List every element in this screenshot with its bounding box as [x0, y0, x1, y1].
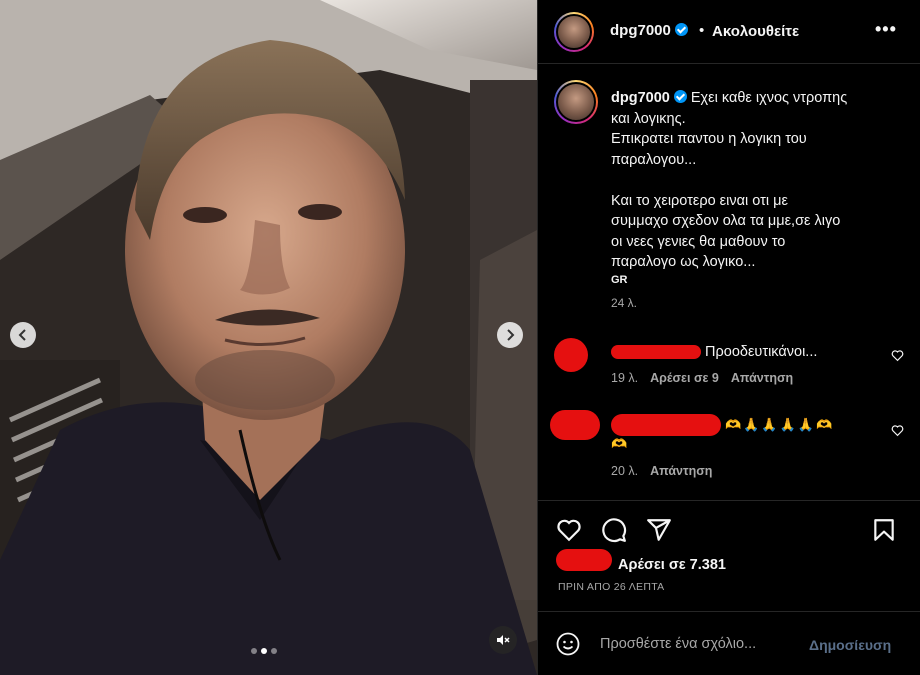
share-icon[interactable] [646, 517, 672, 543]
verified-badge-icon [674, 23, 688, 36]
caption-line: Και το χειροτερο ειναι οτι με [611, 192, 788, 209]
like-comment-heart-icon[interactable] [891, 349, 904, 362]
emoji-picker-icon[interactable] [556, 632, 580, 656]
carousel-dot-active [261, 648, 267, 654]
caption-line: παραλογο ως λογικο... [611, 254, 756, 270]
commenter-avatar-redacted[interactable] [550, 410, 600, 440]
caption-line: και λογικης. [611, 110, 686, 127]
comment-timestamp[interactable]: 19 λ. [611, 371, 638, 385]
carousel-indicator [251, 648, 277, 654]
next-slide-button[interactable] [497, 322, 523, 348]
comment-text: 🫶🙏🙏🙏🙏🫶 [611, 414, 834, 436]
commenter-username-redacted[interactable] [611, 345, 701, 360]
comment-meta: 20 λ. Απάντηση [611, 464, 712, 478]
comment-meta: 19 λ. Αρέσει σε 9 Απάντηση [611, 371, 793, 385]
caption-author-avatar[interactable] [554, 80, 598, 124]
action-bar: Αρέσει σε 7.381 ΠΡΙΝ ΑΠΟ 26 ΛΕΠΤΑ [538, 500, 920, 610]
comment-body: Προοδευτικάνοι... [705, 344, 818, 360]
comment-likes[interactable]: Αρέσει σε 9 [650, 371, 719, 385]
caption-line: Εχει καθε ιχνος ντροπης [690, 90, 848, 106]
carousel-dot [251, 648, 257, 654]
speaker-muted-icon [497, 635, 510, 645]
commenter-username-redacted[interactable] [611, 414, 721, 436]
reply-button[interactable]: Απάντηση [650, 464, 712, 478]
reply-button[interactable]: Απάντηση [731, 371, 793, 385]
comment-composer: Προσθέστε ένα σχόλιο... Δημοσίευση [538, 611, 920, 675]
caption-line: Επικρατει παντου η λογικη του [611, 131, 807, 147]
liked-by-avatar-redacted [556, 549, 612, 571]
comment-text: Προοδευτικάνοι... [611, 344, 817, 360]
caption-text: dpg7000 Εχει καθε ιχνος ντροπης και λογι… [611, 88, 891, 273]
comment-icon[interactable] [601, 517, 627, 543]
caption-username[interactable]: dpg7000 [611, 90, 670, 106]
author-username[interactable]: dpg7000 [610, 22, 688, 39]
author-avatar[interactable] [554, 12, 594, 52]
comment-body-continued: 🫶 [611, 436, 630, 451]
chevron-right-icon [507, 329, 515, 341]
post-header: dpg7000 • Ακολουθείτε ••• [538, 0, 920, 64]
chevron-left-icon [18, 329, 26, 341]
like-comment-heart-icon[interactable] [891, 424, 904, 437]
caption-line: οι νεες γενιες θα μαθουν το [611, 233, 786, 250]
mute-button[interactable] [489, 626, 517, 654]
caption-timestamp[interactable]: 24 λ. [611, 296, 637, 310]
like-heart-icon[interactable] [556, 517, 582, 543]
following-button[interactable]: Ακολουθείτε [712, 23, 799, 40]
caption-line: παραλογου... [611, 151, 697, 168]
video-frame [0, 0, 537, 675]
post-media[interactable] [0, 0, 537, 675]
carousel-dot [271, 648, 277, 654]
comment-input[interactable]: Προσθέστε ένα σχόλιο... [600, 636, 756, 652]
more-options-icon[interactable]: ••• [875, 20, 897, 38]
save-bookmark-icon[interactable] [871, 517, 897, 543]
separator: • [699, 22, 705, 39]
verified-badge-icon [673, 90, 687, 103]
previous-slide-button[interactable] [10, 322, 36, 348]
comment-body: 🫶🙏🙏🙏🙏🫶 [725, 416, 835, 432]
post-comment-button[interactable]: Δημοσίευση [809, 637, 891, 653]
post-timestamp[interactable]: ΠΡΙΝ ΑΠΟ 26 ΛΕΠΤΑ [558, 581, 664, 593]
comment-timestamp[interactable]: 20 λ. [611, 464, 638, 478]
caption-line: συμμαχο σχεδον ολα τα μμε,σε λιγο [611, 213, 841, 229]
translation-language[interactable]: GR [611, 274, 628, 286]
post-side-panel: dpg7000 • Ακολουθείτε ••• dpg7000 Εχει κ… [537, 0, 920, 675]
likes-count[interactable]: Αρέσει σε 7.381 [618, 557, 726, 573]
commenter-avatar-redacted[interactable] [554, 338, 588, 372]
